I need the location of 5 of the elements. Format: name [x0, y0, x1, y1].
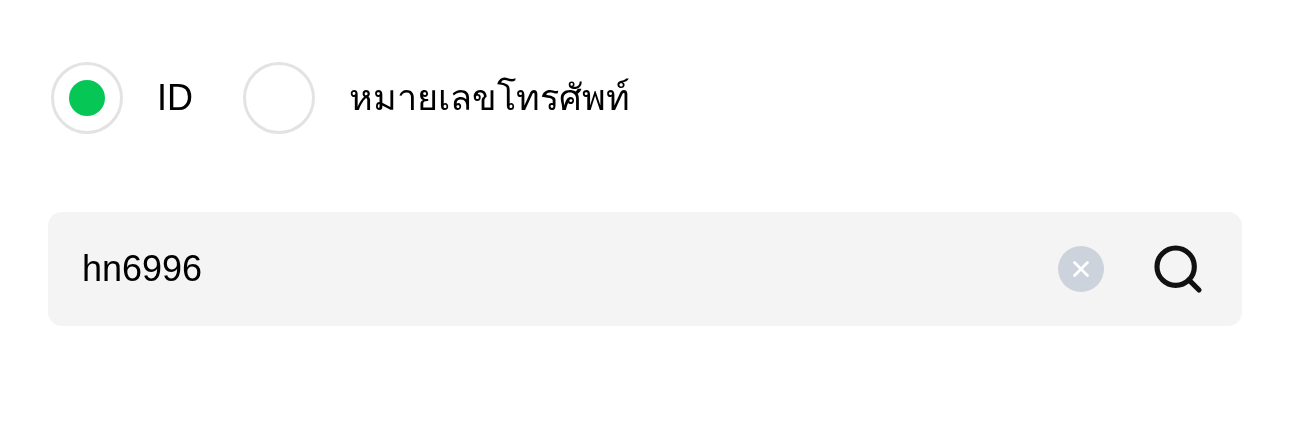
radio-label: ID — [157, 76, 193, 120]
clear-icon[interactable] — [1058, 246, 1104, 292]
search-bar[interactable]: hn6996 — [48, 212, 1242, 326]
search-field[interactable]: hn6996 — [82, 242, 1058, 296]
radio-label: หมายเลขโทรศัพท์ — [349, 76, 630, 120]
